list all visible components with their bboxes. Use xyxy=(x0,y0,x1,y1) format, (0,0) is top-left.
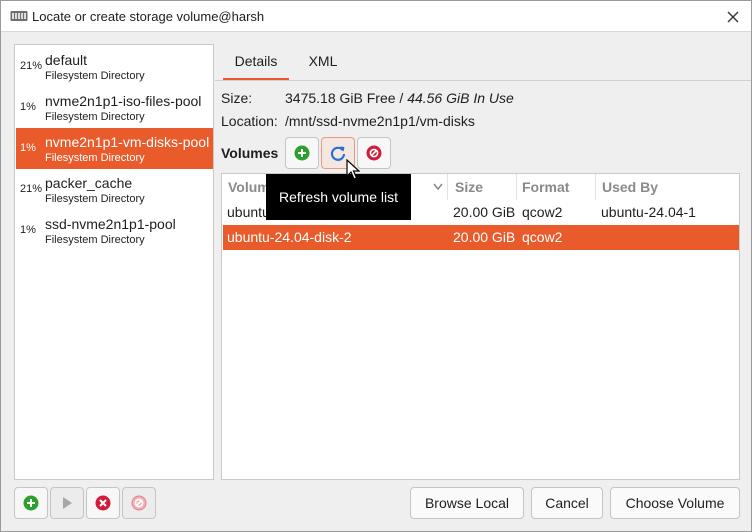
volume-used-by: ubuntu-24.04-1 xyxy=(601,204,696,220)
volume-format: qcow2 xyxy=(522,229,563,245)
tab-xml[interactable]: XML xyxy=(293,45,353,80)
pool-item-default[interactable]: 21% default Filesystem Directory xyxy=(16,46,213,87)
column-header-size[interactable]: Size xyxy=(449,174,517,200)
title-bar: Locate or create storage volume@harsh xyxy=(1,1,751,32)
delete-icon xyxy=(366,145,382,161)
pool-item-iso-files[interactable]: 1% nvme2n1p1-iso-files-pool Filesystem D… xyxy=(16,87,213,128)
pool-name: nvme2n1p1-vm-disks-pool xyxy=(45,134,210,150)
column-header-format[interactable]: Format xyxy=(517,174,596,200)
pool-usage-percent: 21% xyxy=(20,183,43,195)
pool-usage-percent: 1% xyxy=(20,101,36,113)
pool-name: nvme2n1p1-iso-files-pool xyxy=(45,93,202,109)
refresh-tooltip: Refresh volume list xyxy=(266,174,411,220)
storage-pool-list[interactable]: 21% default Filesystem Directory 1% nvme… xyxy=(14,44,214,480)
location-value: /mnt/ssd-nvme2n1p1/vm-disks xyxy=(285,113,475,129)
close-icon[interactable] xyxy=(723,7,743,27)
stop-icon xyxy=(95,495,111,511)
delete-pool-button[interactable] xyxy=(122,487,156,519)
volume-name: ubuntu-24.04-disk-2 xyxy=(227,229,352,245)
choose-volume-button[interactable]: Choose Volume xyxy=(610,487,740,519)
size-free: 3475.18 GiB Free / xyxy=(285,90,408,106)
pool-type: Filesystem Directory xyxy=(45,111,145,123)
window-title: Locate or create storage volume@harsh xyxy=(32,9,265,24)
add-icon xyxy=(23,495,39,511)
volume-name: ubuntu xyxy=(227,204,270,220)
pool-usage-percent: 21% xyxy=(20,60,43,72)
pool-type: Filesystem Directory xyxy=(45,70,145,82)
mouse-cursor-icon xyxy=(346,159,360,180)
volume-size: 20.00 GiB xyxy=(453,229,516,245)
pool-type: Filesystem Directory xyxy=(45,234,145,246)
add-pool-button[interactable] xyxy=(14,487,48,519)
table-row[interactable]: ubuntu-24.04-disk-2 20.00 GiB qcow2 xyxy=(223,225,739,250)
volume-format: qcow2 xyxy=(522,204,563,220)
delete-icon xyxy=(131,495,147,511)
pool-name: default xyxy=(45,52,88,68)
location-label: Location: xyxy=(221,113,278,129)
pool-type: Filesystem Directory xyxy=(45,193,145,205)
play-icon xyxy=(63,497,72,509)
column-header-label: Volum xyxy=(228,179,270,195)
chevron-down-icon xyxy=(433,183,443,191)
app-icon xyxy=(10,11,28,21)
dialog-window: Locate or create storage volume@harsh 21… xyxy=(0,0,752,532)
pool-item-ssd[interactable]: 1% ssd-nvme2n1p1-pool Filesystem Directo… xyxy=(16,210,213,251)
pool-type: Filesystem Directory xyxy=(45,152,145,164)
pool-name: ssd-nvme2n1p1-pool xyxy=(45,216,176,232)
add-volume-button[interactable] xyxy=(285,137,319,169)
delete-volume-button[interactable] xyxy=(357,137,391,169)
column-header-used-by[interactable]: Used By xyxy=(596,174,739,200)
pool-name: packer_cache xyxy=(45,175,133,191)
pool-item-vm-disks[interactable]: 1% nvme2n1p1-vm-disks-pool Filesystem Di… xyxy=(16,128,213,169)
start-pool-button[interactable] xyxy=(50,487,84,519)
pool-usage-percent: 1% xyxy=(20,224,36,236)
size-value: 3475.18 GiB Free / 44.56 GiB In Use xyxy=(285,90,514,106)
cancel-button[interactable]: Cancel xyxy=(531,487,603,519)
tab-divider xyxy=(215,80,751,81)
tab-details[interactable]: Details xyxy=(223,45,289,80)
size-in-use: 44.56 GiB In Use xyxy=(407,90,514,106)
stop-pool-button[interactable] xyxy=(86,487,120,519)
refresh-icon xyxy=(330,146,346,161)
browse-local-button[interactable]: Browse Local xyxy=(410,487,524,519)
pool-item-packer-cache[interactable]: 21% packer_cache Filesystem Directory xyxy=(16,169,213,210)
pool-usage-percent: 1% xyxy=(20,142,36,154)
volumes-label: Volumes xyxy=(221,145,279,161)
size-label: Size: xyxy=(221,90,253,106)
add-icon xyxy=(294,145,310,161)
volume-size: 20.00 GiB xyxy=(453,204,516,220)
